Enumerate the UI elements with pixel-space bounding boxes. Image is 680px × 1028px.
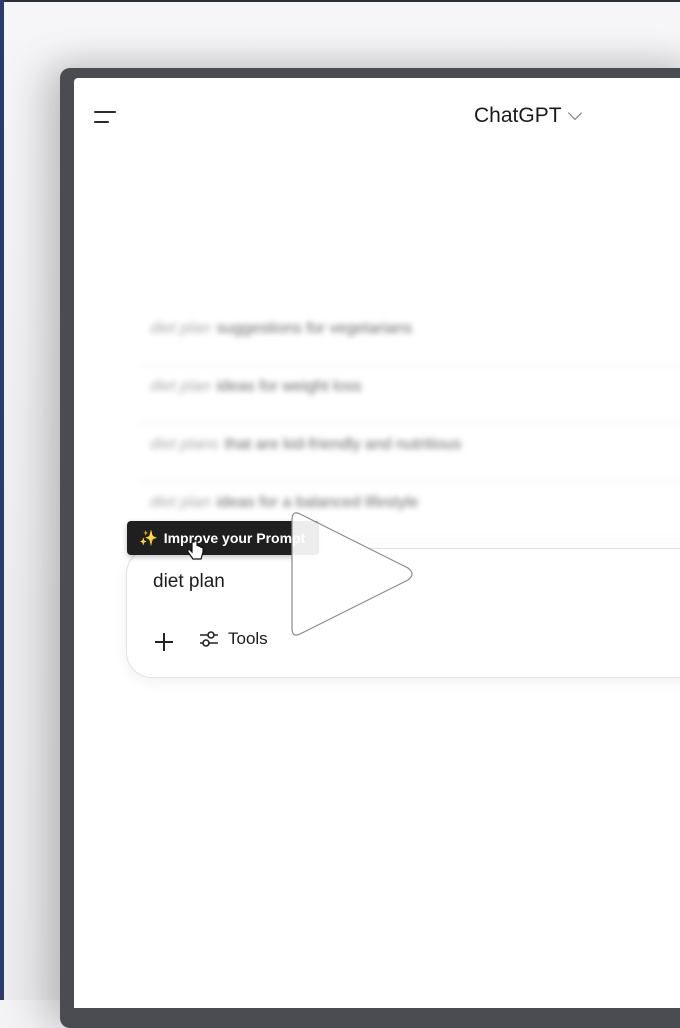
sparkle-icon: ✨	[139, 530, 158, 547]
suggestion-item[interactable]: diet plan suggestions for vegetarians	[138, 308, 680, 366]
tools-button[interactable]: Tools	[199, 629, 268, 649]
sliders-icon	[200, 631, 218, 647]
chevron-down-icon	[567, 105, 582, 121]
hand-pointer-icon	[187, 540, 204, 560]
play-icon[interactable]	[284, 504, 418, 644]
plus-icon[interactable]	[153, 631, 175, 653]
suggestion-text: suggestions for vegetarians	[216, 320, 413, 337]
suggestion-text: ideas for weight loss	[216, 378, 362, 395]
suggestion-prefix: diet plan	[150, 378, 211, 395]
suggestion-text: that are kid-friendly and nutritious	[224, 436, 462, 453]
tools-label: Tools	[228, 629, 268, 648]
page-title: ChatGPT	[474, 104, 562, 127]
window-left-edge	[0, 0, 4, 1000]
suggestion-prefix: diet plan	[150, 494, 211, 511]
model-selector[interactable]: ChatGPT	[474, 104, 582, 128]
suggestion-prefix: diet plan	[150, 320, 211, 337]
prompt-input[interactable]: diet plan	[153, 571, 225, 593]
suggestion-prefix: diet plans	[150, 436, 219, 453]
menu-icon[interactable]	[94, 108, 120, 126]
window-top-edge	[0, 0, 680, 2]
suggestion-item[interactable]: diet plans that are kid-friendly and nutr…	[138, 424, 680, 482]
suggestion-item[interactable]: diet plan ideas for weight loss	[138, 366, 680, 424]
